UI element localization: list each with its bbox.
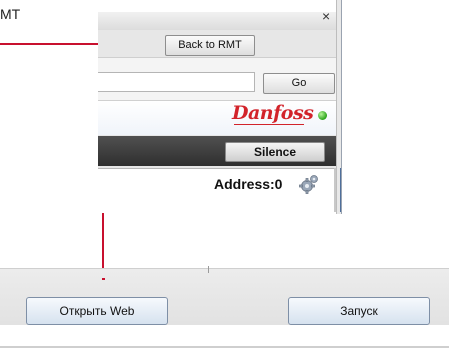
status-indicator bbox=[318, 111, 327, 120]
open-web-button[interactable]: Открыть Web bbox=[26, 297, 168, 325]
silence-button[interactable]: Silence bbox=[225, 142, 325, 162]
scrollbar-edge bbox=[340, 168, 341, 212]
close-icon[interactable]: × bbox=[322, 8, 330, 24]
launch-button[interactable]: Запуск bbox=[288, 297, 430, 325]
go-button[interactable]: Go bbox=[263, 73, 335, 94]
address-input[interactable] bbox=[98, 72, 255, 92]
window-border bbox=[336, 0, 342, 214]
logo-underline bbox=[234, 124, 304, 125]
gear-icon[interactable] bbox=[298, 173, 320, 195]
bottom-divider bbox=[0, 346, 449, 348]
divider-tick bbox=[208, 266, 209, 273]
title-bar bbox=[98, 12, 336, 30]
callout-end bbox=[102, 278, 105, 280]
address-label: Address:0 bbox=[214, 176, 283, 192]
content-border bbox=[334, 168, 336, 212]
back-to-rmt-button[interactable]: Back to RMT bbox=[165, 35, 255, 56]
danfoss-logo: Danfoss bbox=[232, 102, 314, 124]
callout-label: МТ bbox=[0, 6, 21, 22]
